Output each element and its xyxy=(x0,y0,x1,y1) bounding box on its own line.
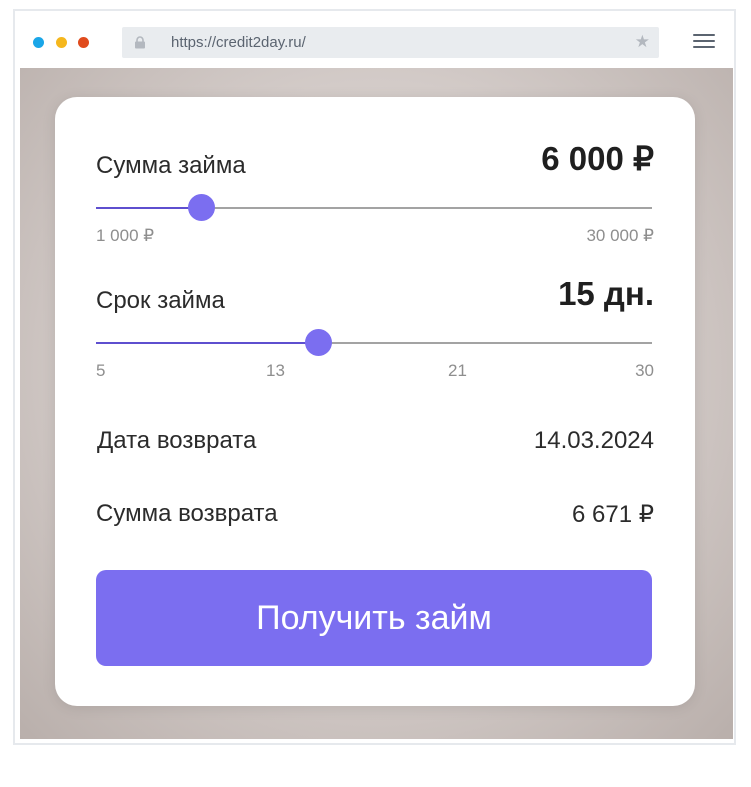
url-text: https://credit2day.ru/ xyxy=(171,34,306,51)
loan-calculator-card: Сумма займа 6 000 ₽ 1 000 ₽ 30 000 ₽ Сро… xyxy=(55,97,695,706)
term-slider-thumb[interactable] xyxy=(304,329,332,356)
return-date-value: 14.03.2024 xyxy=(533,427,654,454)
amount-slider-thumb[interactable] xyxy=(187,194,215,221)
loan-amount-label: Сумма займа xyxy=(96,152,246,179)
browser-window: https://credit2day.ru/ ★ Сумма займа 6 0… xyxy=(13,9,736,745)
term-tick-21: 21 xyxy=(448,361,467,380)
maximize-dot-icon[interactable] xyxy=(78,37,89,48)
term-tick-13: 13 xyxy=(266,361,285,380)
return-sum-value: 6 671 ₽ xyxy=(572,501,654,528)
amount-min-label: 1 000 ₽ xyxy=(96,226,155,245)
lock-icon xyxy=(135,36,145,49)
amount-slider-fill xyxy=(96,207,202,209)
browser-toolbar: https://credit2day.ru/ ★ xyxy=(15,11,734,68)
bookmark-star-icon[interactable]: ★ xyxy=(635,32,650,52)
return-sum-label: Сумма возврата xyxy=(96,500,278,527)
address-bar[interactable]: https://credit2day.ru/ ★ xyxy=(122,27,659,58)
term-tick-30: 30 xyxy=(635,361,654,380)
term-slider-fill xyxy=(96,342,319,344)
loan-amount-value: 6 000 ₽ xyxy=(541,140,654,177)
get-loan-button[interactable]: Получить займ xyxy=(96,570,652,666)
amount-max-label: 30 000 ₽ xyxy=(586,226,654,245)
term-tick-5: 5 xyxy=(96,361,106,380)
close-dot-icon[interactable] xyxy=(33,37,44,48)
page-content: Сумма займа 6 000 ₽ 1 000 ₽ 30 000 ₽ Сро… xyxy=(20,68,733,739)
loan-term-value: 15 дн. xyxy=(558,275,654,312)
minimize-dot-icon[interactable] xyxy=(56,37,67,48)
loan-term-label: Срок займа xyxy=(96,287,225,314)
hamburger-menu-icon[interactable] xyxy=(693,34,715,50)
return-date-label: Дата возврата xyxy=(97,427,257,454)
